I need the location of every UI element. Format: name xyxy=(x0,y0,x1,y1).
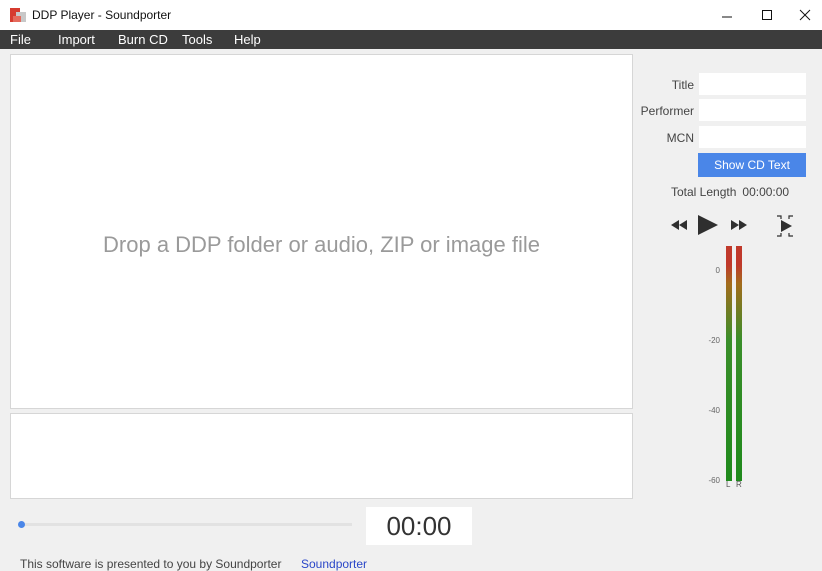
app-logo-icon xyxy=(10,8,26,22)
footer-text: This software is presented to you by Sou… xyxy=(20,557,282,571)
total-length: Total Length 00:00:00 xyxy=(671,185,789,199)
close-button[interactable] xyxy=(786,0,822,30)
progress-slider-handle[interactable] xyxy=(18,521,25,528)
track-list-panel[interactable] xyxy=(10,413,633,499)
show-cd-text-button[interactable]: Show CD Text xyxy=(698,153,806,177)
rewind-icon[interactable] xyxy=(668,213,690,237)
meter-scale-60: -60 xyxy=(708,476,720,485)
menu-tools[interactable]: Tools xyxy=(182,32,212,47)
meter-channel-left: L xyxy=(726,480,731,489)
menu-file[interactable]: File xyxy=(10,32,31,47)
total-length-label: Total Length xyxy=(671,185,737,199)
drop-zone[interactable]: Drop a DDP folder or audio, ZIP or image… xyxy=(10,54,633,409)
level-meter-right xyxy=(736,246,742,481)
performer-label: Performer xyxy=(640,104,694,118)
progress-slider[interactable] xyxy=(20,523,352,526)
meter-scale-0: 0 xyxy=(715,266,720,275)
meter-channel-right: R xyxy=(736,480,742,489)
minimize-button[interactable] xyxy=(708,0,746,30)
menu-burn-cd[interactable]: Burn CD xyxy=(118,32,168,47)
window-title: DDP Player - Soundporter xyxy=(32,8,172,22)
close-icon xyxy=(799,9,811,21)
level-meter-left xyxy=(726,246,732,481)
title-field[interactable] xyxy=(699,73,806,95)
total-length-value: 00:00:00 xyxy=(742,185,790,199)
mcn-field[interactable] xyxy=(699,126,806,148)
meter-scale-40: -40 xyxy=(708,406,720,415)
drop-zone-message: Drop a DDP folder or audio, ZIP or image… xyxy=(103,232,540,257)
performer-field[interactable] xyxy=(699,99,806,121)
minimize-icon xyxy=(722,16,732,18)
meter-scale-20: -20 xyxy=(708,336,720,345)
menu-bar: File Import Burn CD Tools Help xyxy=(0,30,822,49)
menu-help[interactable]: Help xyxy=(234,32,261,47)
play-selection-icon[interactable] xyxy=(772,213,798,239)
title-label: Title xyxy=(671,78,694,92)
fast-forward-icon[interactable] xyxy=(728,213,750,237)
maximize-icon xyxy=(762,10,772,20)
time-display: 00:00 xyxy=(366,507,472,545)
maximize-button[interactable] xyxy=(748,0,786,30)
play-icon[interactable] xyxy=(695,213,721,237)
mcn-label: MCN xyxy=(666,131,694,145)
title-bar: DDP Player - Soundporter xyxy=(0,0,822,30)
menu-import[interactable]: Import xyxy=(58,32,95,47)
soundporter-link[interactable]: Soundporter xyxy=(301,557,367,571)
